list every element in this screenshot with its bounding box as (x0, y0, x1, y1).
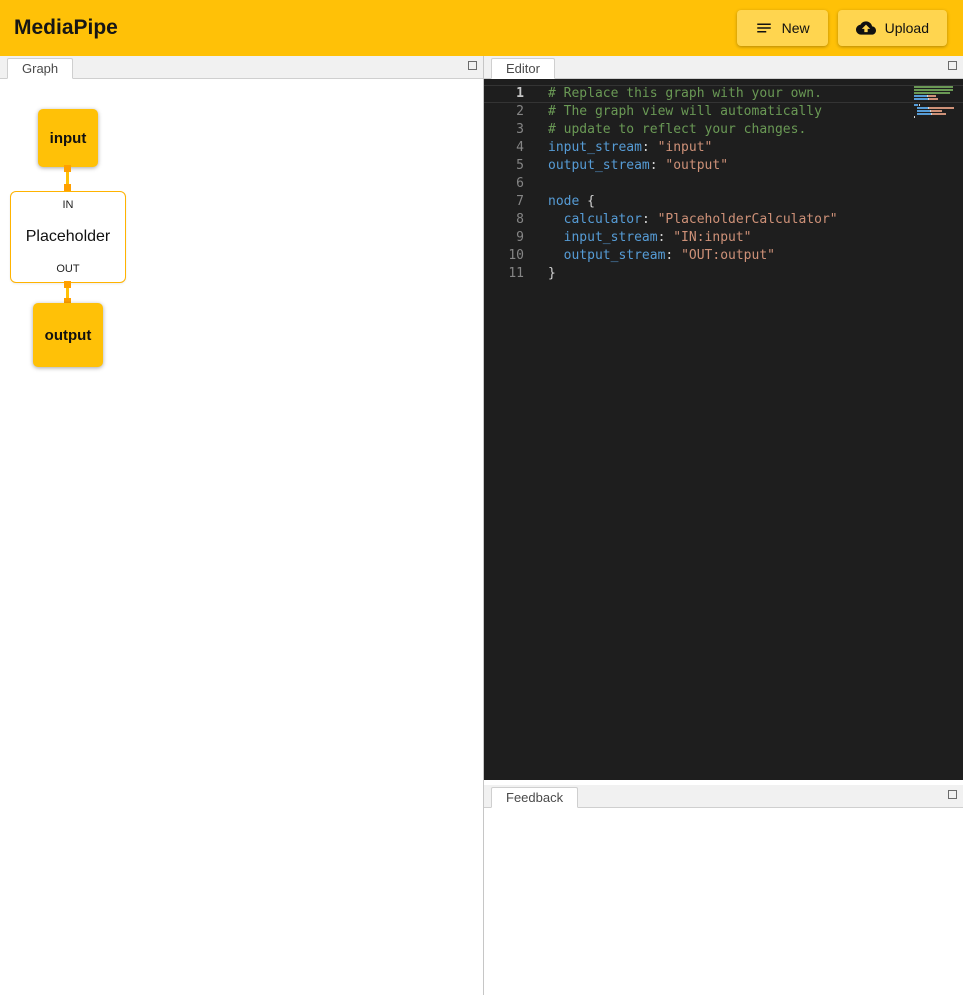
minimap-row (914, 98, 960, 100)
minimap-row (914, 110, 960, 112)
line-number: 5 (484, 157, 524, 175)
line-code: output_stream: "output" (524, 157, 728, 175)
line-code: # Replace this graph with your own. (524, 85, 822, 103)
port-icon (64, 184, 71, 191)
code-line[interactable]: 7node { (484, 193, 963, 211)
line-number: 4 (484, 139, 524, 157)
main-area: Graph input IN Placeholder OUT output Ed… (0, 56, 963, 995)
port-icon (64, 165, 71, 172)
feedback-content (484, 808, 963, 995)
minimap-row (914, 89, 960, 91)
code-line[interactable]: 11} (484, 265, 963, 283)
line-number: 10 (484, 247, 524, 265)
line-number: 3 (484, 121, 524, 139)
line-number: 9 (484, 229, 524, 247)
minimap-row (914, 116, 960, 118)
new-button[interactable]: New (737, 10, 828, 46)
header-actions: New Upload (737, 10, 949, 46)
tab-editor[interactable]: Editor (491, 58, 555, 79)
line-code: node { (524, 193, 595, 211)
graph-node-input[interactable]: input (38, 109, 98, 167)
editor-minimap[interactable] (914, 86, 960, 119)
editor-code[interactable]: 1# Replace this graph with your own.2# T… (484, 79, 963, 780)
notes-icon (755, 19, 773, 37)
in-port-label: IN (63, 199, 74, 211)
code-line[interactable]: 4input_stream: "input" (484, 139, 963, 157)
port-icon (64, 281, 71, 288)
placeholder-node-title: Placeholder (26, 228, 111, 246)
code-line[interactable]: 6 (484, 175, 963, 193)
line-number: 6 (484, 175, 524, 193)
editor-panel: Editor 1# Replace this graph with your o… (484, 56, 963, 780)
graph-node-placeholder[interactable]: IN Placeholder OUT (10, 191, 126, 283)
line-code: # The graph view will automatically (524, 103, 822, 121)
maximize-icon-editor[interactable] (948, 61, 957, 70)
code-line[interactable]: 3# update to reflect your changes. (484, 121, 963, 139)
line-code: # update to reflect your changes. (524, 121, 806, 139)
feedback-panel: Feedback (484, 785, 963, 995)
tab-graph[interactable]: Graph (7, 58, 73, 79)
line-code: input_stream: "input" (524, 139, 712, 157)
app-header: MediaPipe New Upload (0, 0, 963, 56)
graph-panel-strip: Graph (0, 56, 483, 79)
editor-panel-strip: Editor (484, 56, 963, 79)
maximize-icon-feedback[interactable] (948, 790, 957, 799)
graph-canvas[interactable]: input IN Placeholder OUT output (0, 79, 483, 995)
tab-feedback[interactable]: Feedback (491, 787, 578, 808)
cloud-upload-icon (856, 18, 876, 38)
line-code: output_stream: "OUT:output" (524, 247, 775, 265)
line-number: 7 (484, 193, 524, 211)
minimap-row (914, 107, 960, 109)
line-number: 8 (484, 211, 524, 229)
code-line[interactable]: 9 input_stream: "IN:input" (484, 229, 963, 247)
line-number: 1 (484, 85, 524, 103)
right-column: Editor 1# Replace this graph with your o… (484, 56, 963, 995)
line-code: input_stream: "IN:input" (524, 229, 752, 247)
code-line[interactable]: 2# The graph view will automatically (484, 103, 963, 121)
line-number: 11 (484, 265, 524, 283)
editor-lines: 1# Replace this graph with your own.2# T… (484, 85, 963, 283)
minimap-row (914, 95, 960, 97)
minimap-row (914, 92, 960, 94)
maximize-icon-graph[interactable] (468, 61, 477, 70)
upload-button[interactable]: Upload (838, 10, 947, 46)
minimap-row (914, 86, 960, 88)
graph-node-output[interactable]: output (33, 303, 103, 367)
line-code: calculator: "PlaceholderCalculator" (524, 211, 838, 229)
line-code: } (524, 265, 556, 283)
code-line[interactable]: 8 calculator: "PlaceholderCalculator" (484, 211, 963, 229)
code-line[interactable]: 10 output_stream: "OUT:output" (484, 247, 963, 265)
minimap-row (914, 101, 960, 103)
code-line[interactable]: 1# Replace this graph with your own. (484, 85, 963, 103)
feedback-panel-strip: Feedback (484, 785, 963, 808)
line-code (524, 175, 548, 193)
upload-button-label: Upload (885, 20, 929, 36)
graph-panel: Graph input IN Placeholder OUT output (0, 56, 484, 995)
minimap-row (914, 104, 960, 106)
minimap-row (914, 113, 960, 115)
line-number: 2 (484, 103, 524, 121)
out-port-label: OUT (56, 263, 79, 275)
app-title: MediaPipe (14, 16, 118, 40)
new-button-label: New (782, 20, 810, 36)
code-line[interactable]: 5output_stream: "output" (484, 157, 963, 175)
